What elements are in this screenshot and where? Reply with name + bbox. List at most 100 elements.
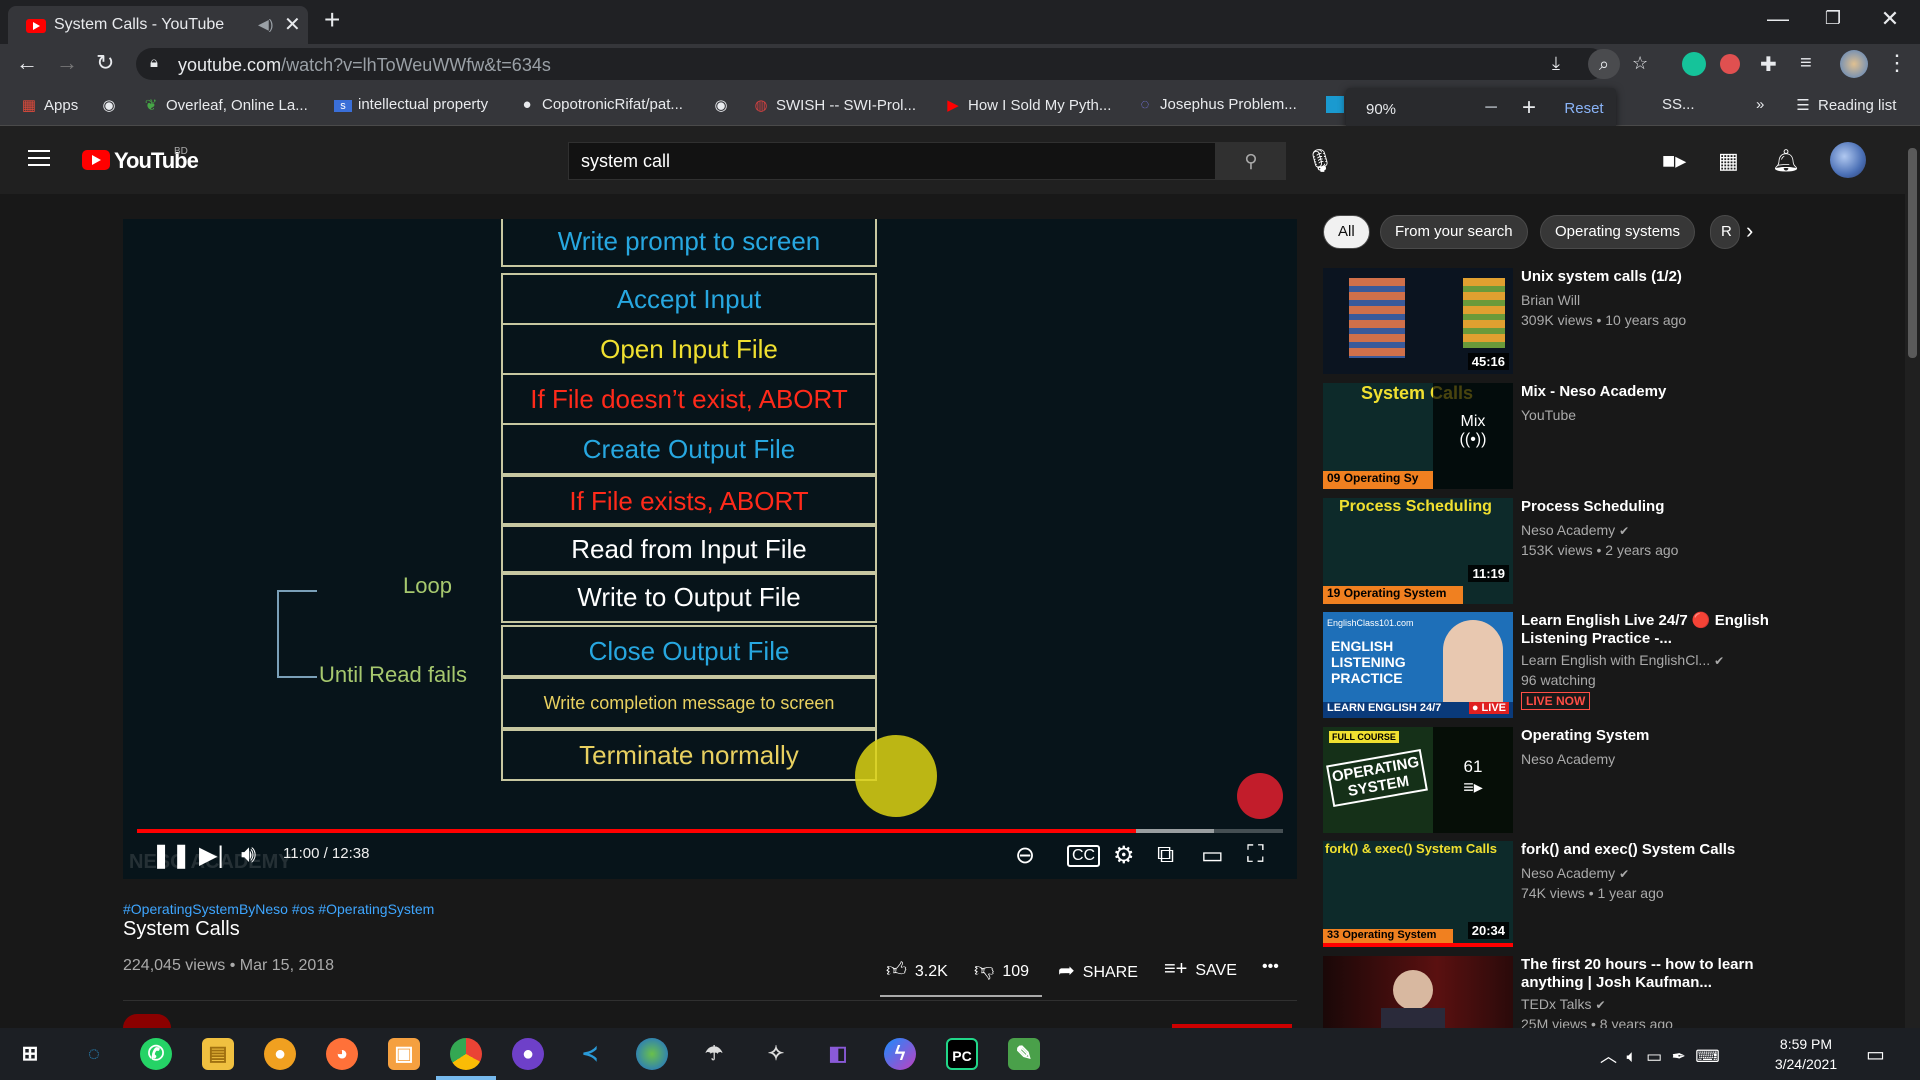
fullscreen-icon[interactable]: ⛶ xyxy=(1247,841,1264,869)
channel-name[interactable]: YouTube xyxy=(1521,407,1576,423)
extension-icon[interactable] xyxy=(1720,54,1740,74)
bookmarks-overflow-icon[interactable]: » xyxy=(1756,96,1764,113)
volume-icon[interactable]: 🔊︎ xyxy=(241,841,256,869)
chevron-right-icon[interactable]: › xyxy=(1746,218,1753,244)
reading-list-button[interactable]: ☰ Reading list xyxy=(1794,96,1896,114)
video-player[interactable]: Write prompt to screen Accept Input Open I… xyxy=(123,219,1297,879)
system-tray[interactable]: ︿ 🔈︎ ▭ ✒ ⌨ xyxy=(1600,1042,1720,1067)
globe-app-icon[interactable] xyxy=(636,1038,668,1070)
app-icon[interactable]: ✧ xyxy=(760,1038,792,1070)
thumbnail[interactable]: Process Scheduling 19 Operating System 1… xyxy=(1323,498,1513,604)
recommendation-title[interactable]: fork() and exec() System Calls xyxy=(1521,841,1771,859)
app-icon[interactable]: ☂ xyxy=(698,1038,730,1070)
restore-icon[interactable]: ❐ xyxy=(1813,8,1853,29)
settings-gear-icon[interactable]: ⚙ xyxy=(1113,841,1135,870)
channel-name[interactable]: Neso Academy xyxy=(1521,751,1615,767)
thumbnail[interactable]: fork() & exec() System Calls 33 Operatin… xyxy=(1323,841,1513,947)
chip-operating-systems[interactable]: Operating systems xyxy=(1540,215,1696,249)
chip-all[interactable]: All xyxy=(1323,215,1370,249)
bookmark-star-icon[interactable]: ☆ xyxy=(1632,53,1648,74)
visual-studio-icon[interactable]: ◧ xyxy=(822,1038,854,1070)
chrome-icon[interactable] xyxy=(450,1038,482,1070)
file-explorer-icon[interactable]: ▤ xyxy=(202,1038,234,1070)
forward-icon[interactable]: → xyxy=(56,50,78,76)
page-scrollbar[interactable] xyxy=(1905,126,1920,1028)
clock[interactable]: 8:59 PM 3/24/2021 xyxy=(1766,1034,1846,1074)
channel-name[interactable]: Neso Academy ✔ xyxy=(1521,522,1629,538)
channel-name[interactable]: TEDx Talks ✔ xyxy=(1521,996,1606,1012)
vscode-icon[interactable]: ≺ xyxy=(574,1038,606,1070)
bookmark-github[interactable]: ● CopotronicRifat/pat... xyxy=(518,96,682,113)
dislike-button[interactable]: 👎︎ 109 xyxy=(974,958,1029,982)
bookmark-swish[interactable]: ◍ SWISH -- SWI-Prol... xyxy=(752,96,916,114)
zoom-reset-button[interactable]: Reset xyxy=(1560,92,1608,126)
url-text[interactable]: youtube.com/watch?v=lhToWeuWWfw&t=634s xyxy=(178,55,551,76)
media-queue-icon[interactable]: ≡ xyxy=(1800,52,1812,75)
recommendation-title[interactable]: Mix - Neso Academy xyxy=(1521,383,1771,401)
thumbnail[interactable]: 45:16 xyxy=(1323,268,1513,374)
bookmark-globe[interactable]: ◉ xyxy=(100,96,124,114)
bookmark-youtube[interactable]: ▶ How I Sold My Pyth... xyxy=(944,96,1111,114)
recommendation-title[interactable]: Operating System xyxy=(1521,727,1771,745)
zoom-icon[interactable]: ⌕ xyxy=(1588,49,1620,79)
window-close-icon[interactable]: ✕ xyxy=(1870,6,1910,32)
app-icon[interactable]: ▣ xyxy=(388,1038,420,1070)
channel-name[interactable]: Brian Will xyxy=(1521,292,1580,308)
apps-grid-icon[interactable]: ▦ xyxy=(1718,148,1739,174)
zoom-out-icon[interactable]: − xyxy=(1484,94,1498,122)
channel-avatar[interactable] xyxy=(123,1014,171,1028)
next-icon[interactable]: ▶| xyxy=(199,841,224,870)
channel-name[interactable]: Learn English with EnglishCl... ✔ xyxy=(1521,652,1724,668)
github-desktop-icon[interactable]: ● xyxy=(512,1038,544,1070)
tab-close-icon[interactable]: ✕ xyxy=(284,12,301,37)
pycharm-icon[interactable]: PC xyxy=(946,1038,978,1070)
whatsapp-icon[interactable]: ✆ xyxy=(140,1038,172,1070)
progress-bar[interactable] xyxy=(137,829,1283,833)
thumbnail[interactable]: FULL COURSE OPERATING SYSTEM 61 ≡▸ xyxy=(1323,727,1513,833)
minimize-icon[interactable]: — xyxy=(1758,6,1798,32)
share-button[interactable]: ➦ SHARE xyxy=(1058,958,1138,983)
thumbnail[interactable]: System Calls 09 Operating Sy Mix ((•)) xyxy=(1323,383,1513,489)
browser-menu-icon[interactable]: ⋮ xyxy=(1886,50,1908,76)
lock-icon[interactable]: 🔒︎ xyxy=(150,54,158,71)
search-icon[interactable]: ◌ xyxy=(78,1038,110,1070)
thumbnail[interactable]: EnglishClass101.com ENGLISH LISTENING PR… xyxy=(1323,612,1513,718)
install-icon[interactable]: ⤓ xyxy=(1552,53,1560,74)
chip-r[interactable]: R xyxy=(1710,215,1740,249)
recommendation-item[interactable]: System Calls 09 Operating Sy Mix ((•)) M… xyxy=(1323,383,1893,491)
recommendation-item[interactable]: 45:16 Unix system calls (1/2) Brian Will… xyxy=(1323,268,1893,376)
recommendation-item[interactable]: fork() & exec() System Calls 33 Operatin… xyxy=(1323,841,1893,949)
url-bar[interactable]: 🔒︎ youtube.com/watch?v=lhToWeuWWfw&t=634… xyxy=(136,48,1648,80)
more-actions-icon[interactable]: ••• xyxy=(1262,958,1279,976)
bookmark-intellectual-property[interactable]: s intellectual property xyxy=(334,96,488,113)
search-button[interactable]: ⚲ xyxy=(1216,142,1286,180)
messenger-icon[interactable]: ϟ xyxy=(884,1038,916,1070)
thumbnail[interactable] xyxy=(1323,956,1513,1028)
scrollbar-thumb[interactable] xyxy=(1908,148,1917,358)
bookmark-globe-2[interactable]: ◉ xyxy=(712,96,736,114)
browser-app-icon[interactable]: ● xyxy=(264,1038,296,1070)
extensions-puzzle-icon[interactable]: ✚ xyxy=(1760,52,1777,77)
recommendation-item[interactable]: The first 20 hours -- how to learn anyth… xyxy=(1323,956,1893,1028)
create-video-icon[interactable]: ■▸ xyxy=(1662,148,1686,174)
youtube-logo-icon[interactable] xyxy=(82,150,110,170)
tab-audio-icon[interactable]: ◀) xyxy=(258,16,273,33)
like-button[interactable]: 👍︎ 3.2K xyxy=(886,958,948,982)
account-avatar[interactable] xyxy=(1830,142,1866,178)
recommendation-item[interactable]: FULL COURSE OPERATING SYSTEM 61 ≡▸ Opera… xyxy=(1323,727,1893,835)
recommendation-title[interactable]: Learn English Live 24/7 🔴 English Listen… xyxy=(1521,612,1771,648)
hashtags[interactable]: #OperatingSystemByNeso #os #OperatingSys… xyxy=(123,901,434,917)
miniplayer-icon[interactable]: ⧉ xyxy=(1157,841,1174,869)
save-button[interactable]: ≡+ SAVE xyxy=(1164,958,1237,981)
recommendation-title[interactable]: Process Scheduling xyxy=(1521,498,1771,516)
grammarly-extension-icon[interactable] xyxy=(1682,52,1706,76)
windows-start-icon[interactable]: ⊞ xyxy=(14,1038,46,1070)
zoom-in-icon[interactable]: + xyxy=(1522,94,1536,122)
app-icon[interactable]: ✎ xyxy=(1008,1038,1040,1070)
browser-tab-active[interactable]: System Calls - YouTube ◀) ✕ xyxy=(8,6,308,44)
bookmark-overleaf[interactable]: ❦ Overleaf, Online La... xyxy=(142,96,308,114)
theater-mode-icon[interactable]: ▭ xyxy=(1201,841,1224,870)
recommendation-title[interactable]: Unix system calls (1/2) xyxy=(1521,268,1771,286)
hamburger-menu-icon[interactable] xyxy=(28,150,50,166)
search-input[interactable]: system call xyxy=(568,142,1216,180)
